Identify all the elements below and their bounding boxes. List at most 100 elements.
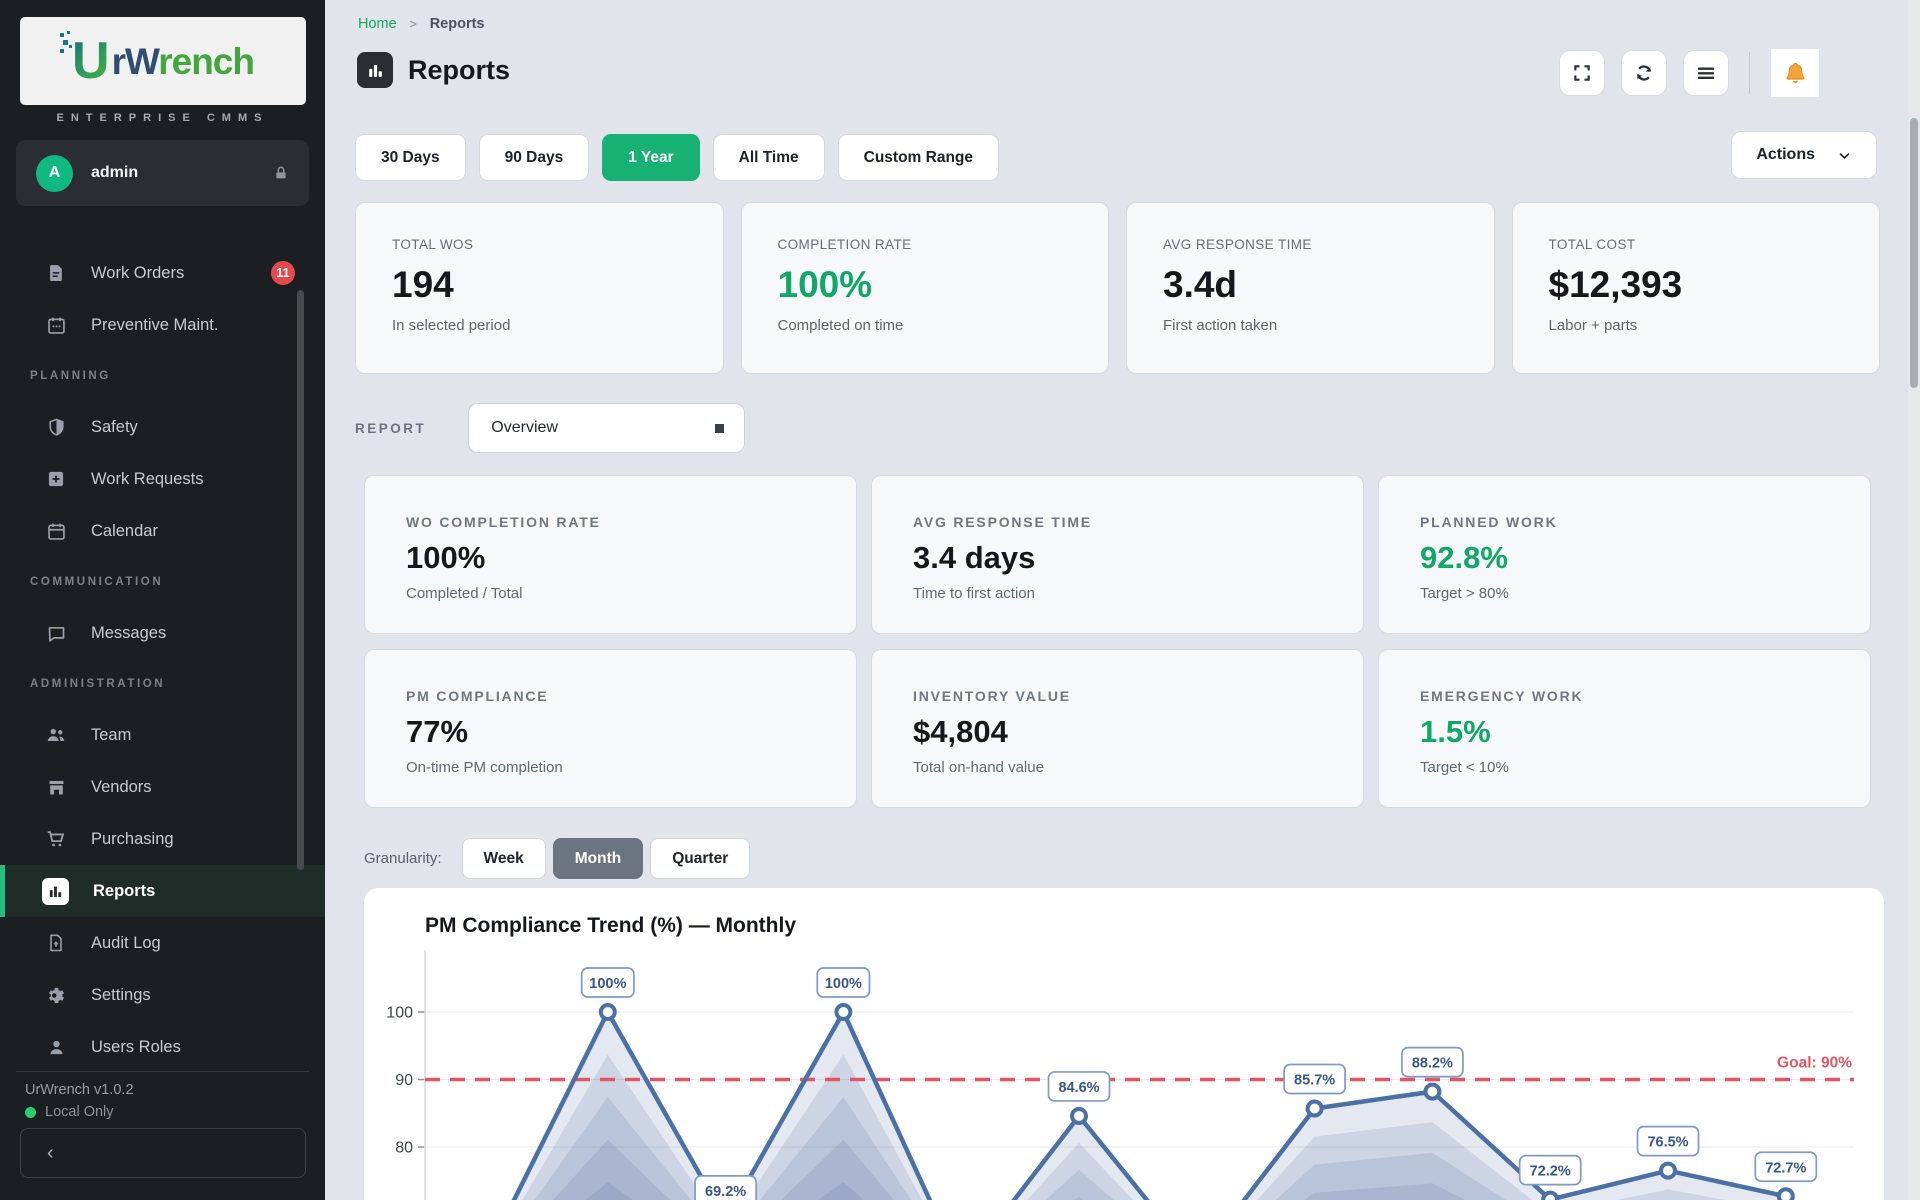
sidebar-nav: Work Orders 11 Preventive Maint. PLANNIN… [0, 247, 325, 1073]
sidebar-divider [16, 1071, 309, 1072]
refresh-button[interactable] [1621, 50, 1667, 96]
connection-status: Local Only [25, 1104, 114, 1120]
metric-sub: Time to first action [913, 585, 1322, 602]
sidebar-item-audit-log[interactable]: Audit Log [0, 917, 325, 969]
kpi-label: TOTAL COST [1549, 237, 1844, 252]
sidebar-item-reports[interactable]: Reports [0, 865, 325, 917]
bar-chart-icon [42, 878, 69, 905]
kpi-sub: Labor + parts [1549, 317, 1844, 334]
granularity-month-button[interactable]: Month [553, 838, 643, 879]
granularity-quarter-button[interactable]: Quarter [650, 838, 750, 879]
calendar-dots-icon [45, 314, 67, 336]
svg-text:90: 90 [395, 1072, 413, 1089]
range-30-days-button[interactable]: 30 Days [355, 134, 466, 181]
sidebar-item-safety[interactable]: Safety [0, 401, 325, 453]
range-custom-button[interactable]: Custom Range [838, 134, 999, 181]
chat-icon [45, 622, 67, 644]
user-icon [45, 1036, 67, 1058]
kpi-value: 3.4d [1163, 264, 1458, 306]
sidebar-item-label: Users Roles [91, 1038, 181, 1057]
granularity-selector: Granularity: Week Month Quarter [364, 838, 757, 879]
metric-value: $4,804 [913, 714, 1322, 750]
report-selector-row: REPORT Overview [355, 403, 745, 453]
svg-text:72.2%: 72.2% [1530, 1164, 1571, 1180]
svg-text:85.7%: 85.7% [1294, 1073, 1335, 1089]
kpi-sub: Completed on time [778, 317, 1073, 334]
sidebar-scrollbar-thumb[interactable] [297, 290, 304, 870]
svg-text:72.7%: 72.7% [1765, 1160, 1806, 1176]
sidebar-item-vendors[interactable]: Vendors [0, 761, 325, 813]
svg-text:100: 100 [386, 1005, 413, 1022]
sidebar-item-label: Work Orders [91, 264, 184, 283]
notifications-bell-button[interactable] [1770, 48, 1820, 98]
range-90-days-button[interactable]: 90 Days [479, 134, 590, 181]
sidebar-item-preventive-maint[interactable]: Preventive Maint. [0, 299, 325, 351]
sidebar-item-label: Purchasing [91, 830, 174, 849]
range-all-time-button[interactable]: All Time [713, 134, 825, 181]
work-orders-count-badge: 11 [271, 261, 295, 285]
wrench-u-logo-icon: U [72, 35, 110, 87]
report-type-select[interactable]: Overview [468, 403, 745, 453]
metric-sub: Completed / Total [406, 585, 815, 602]
section-header-administration: ADMINISTRATION [0, 659, 325, 709]
sidebar-item-team[interactable]: Team [0, 709, 325, 761]
kpi-sub: First action taken [1163, 317, 1458, 334]
kpi-value: 100% [778, 264, 1073, 306]
pixel-dots-decoration [60, 31, 74, 57]
page-title: Reports [408, 55, 510, 86]
sidebar-item-work-requests[interactable]: Work Requests [0, 453, 325, 505]
chevron-left-icon: ‹ [47, 1142, 54, 1165]
granularity-week-button[interactable]: Week [462, 838, 546, 879]
metric-label: AVG RESPONSE TIME [913, 514, 1322, 530]
fullscreen-button[interactable] [1559, 50, 1605, 96]
breadcrumb: Home > Reports [358, 16, 485, 32]
sidebar-item-purchasing[interactable]: Purchasing [0, 813, 325, 865]
main-content: Home > Reports Reports 30 Days 90 Days 1… [325, 0, 1920, 1200]
svg-text:100%: 100% [825, 976, 862, 992]
metric-avg-response-time: AVG RESPONSE TIME 3.4 days Time to first… [871, 475, 1364, 634]
sidebar-item-label: Team [91, 726, 131, 745]
menu-button[interactable] [1683, 50, 1729, 96]
sidebar-item-label: Work Requests [91, 470, 204, 489]
sidebar-item-label: Audit Log [91, 934, 161, 953]
sidebar-collapse-button[interactable]: ‹ [20, 1128, 306, 1178]
toolbar-divider [1749, 52, 1750, 94]
pm-compliance-chart-plot: 1009080Goal: 90%100%69.2%100%84.6%85.7%8… [364, 888, 1884, 1200]
section-header-communication: COMMUNICATION [0, 557, 325, 607]
avatar: A [36, 155, 73, 192]
actions-dropdown-button[interactable]: Actions [1731, 131, 1877, 179]
metric-sub: Target > 80% [1420, 585, 1829, 602]
svg-text:69.2%: 69.2% [705, 1184, 746, 1200]
metric-planned-work: PLANNED WORK 92.8% Target > 80% [1378, 475, 1871, 634]
breadcrumb-home-link[interactable]: Home [358, 16, 397, 32]
report-label: REPORT [355, 421, 426, 436]
sidebar-item-label: Settings [91, 986, 151, 1005]
reports-title-icon [357, 52, 393, 88]
sidebar-item-users-roles[interactable]: Users Roles [0, 1021, 325, 1073]
sidebar: U rWrench ENTERPRISE CMMS A admin Work O… [0, 0, 325, 1200]
metric-value: 77% [406, 714, 815, 750]
brand-logo: U rWrench [20, 17, 306, 105]
metric-emergency-work: EMERGENCY WORK 1.5% Target < 10% [1378, 649, 1871, 808]
document-icon [45, 262, 67, 284]
page-scrollbar[interactable] [1908, 0, 1920, 1200]
kpi-total-cost: TOTAL COST $12,393 Labor + parts [1512, 202, 1881, 374]
chevron-down-icon [1837, 148, 1852, 163]
page-scrollbar-thumb[interactable] [1910, 118, 1918, 388]
user-card[interactable]: A admin [16, 140, 309, 206]
app-version: UrWrench v1.0.2 [25, 1082, 134, 1098]
sidebar-item-label: Safety [91, 418, 138, 437]
kpi-value: 194 [392, 264, 687, 306]
kpi-cards: TOTAL WOS 194 In selected period COMPLET… [355, 202, 1880, 374]
kpi-value: $12,393 [1549, 264, 1844, 306]
sidebar-item-messages[interactable]: Messages [0, 607, 325, 659]
plus-square-icon [45, 468, 67, 490]
header-toolbar [1559, 48, 1820, 98]
metric-label: WO COMPLETION RATE [406, 514, 815, 530]
sidebar-item-calendar[interactable]: Calendar [0, 505, 325, 557]
sidebar-item-settings[interactable]: Settings [0, 969, 325, 1021]
sidebar-item-work-orders[interactable]: Work Orders 11 [0, 247, 325, 299]
brand-name: rWrench [112, 43, 254, 80]
metric-sub: Target < 10% [1420, 759, 1829, 776]
range-1-year-button[interactable]: 1 Year [602, 134, 699, 181]
